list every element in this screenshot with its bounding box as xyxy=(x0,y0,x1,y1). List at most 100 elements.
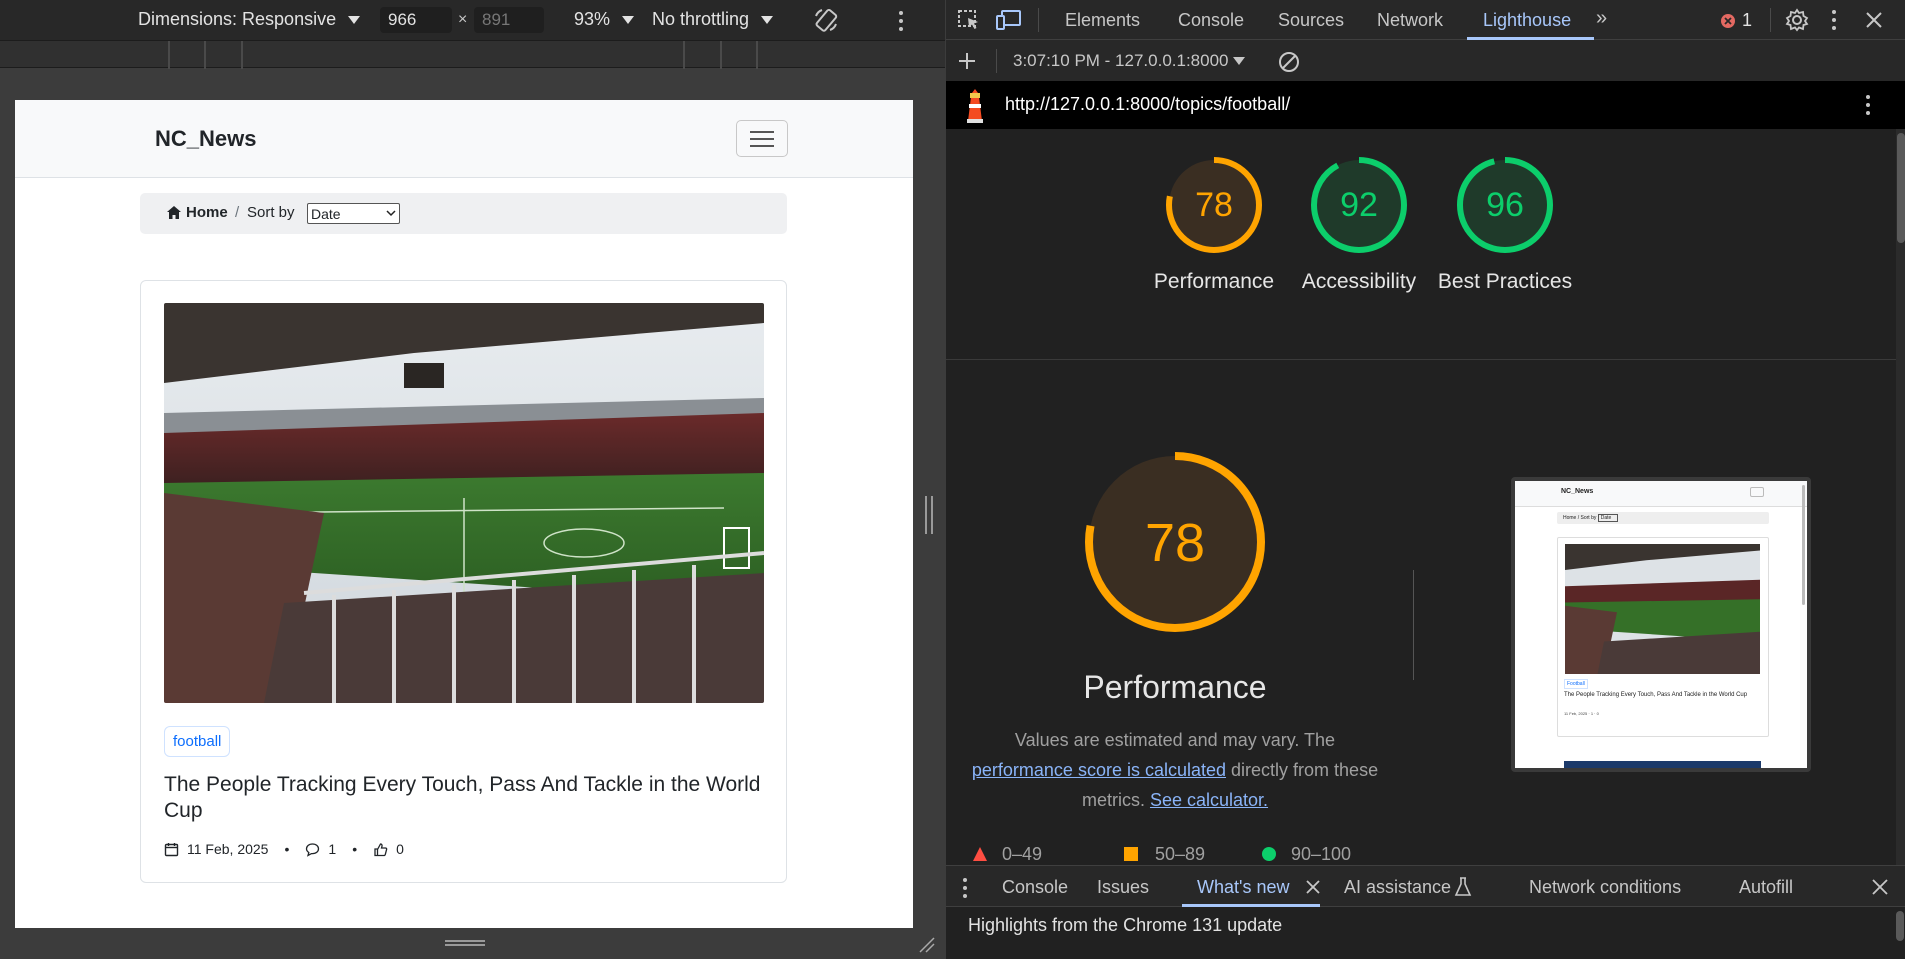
final-screenshot-thumbnail[interactable]: NC_News Home / Sort by Date Football The… xyxy=(1511,477,1811,772)
score-gauge-performance[interactable]: 78 xyxy=(1164,155,1264,255)
breadcrumb-separator: / xyxy=(235,204,240,221)
thumb-brand: NC_News xyxy=(1561,488,1594,495)
chevron-down-icon xyxy=(348,15,361,24)
fail-triangle-icon xyxy=(973,847,987,861)
dimensions-label: Dimensions: Responsive xyxy=(138,9,337,29)
vote-count: 0 xyxy=(396,841,404,857)
drawer-tab-ai-assistance[interactable]: AI assistance xyxy=(1344,877,1451,898)
desc-text-3: metrics. xyxy=(1081,790,1145,810)
error-count[interactable]: 1 xyxy=(1742,10,1752,31)
devtools-panel: Elements Console Sources Network Lightho… xyxy=(945,0,1905,959)
drawer-tab-issues[interactable]: Issues xyxy=(1097,877,1149,898)
thumb-sort: Sort by xyxy=(1580,515,1597,521)
inspect-element-icon[interactable] xyxy=(957,9,981,31)
thumb-topic: Football xyxy=(1564,679,1588,689)
comment-count: 1 xyxy=(328,841,337,857)
pass-circle-icon xyxy=(1262,847,1276,861)
article-card[interactable]: football The People Tracking Every Touch… xyxy=(140,280,787,883)
gauge-label: Accessibility xyxy=(1301,270,1417,293)
more-vert-icon[interactable] xyxy=(961,877,969,899)
width-input[interactable]: 966 xyxy=(380,7,452,33)
close-icon[interactable] xyxy=(1865,11,1883,29)
article-meta: 11 Feb, 2025 • 1 • 0 xyxy=(164,841,404,857)
clear-block-icon[interactable] xyxy=(1278,51,1300,73)
lighthouse-logo-icon xyxy=(967,89,983,123)
report-url-bar: http://127.0.0.1:8000/topics/football/ xyxy=(946,81,1905,129)
performance-heading: Performance xyxy=(1083,669,1267,705)
performance-description: Values are estimated and may vary. The p… xyxy=(966,725,1384,815)
drawer-scrollbar[interactable] xyxy=(1896,911,1904,941)
dimensions-dropdown[interactable]: Dimensions: Responsive xyxy=(138,9,361,30)
divider xyxy=(1413,570,1414,680)
chevron-down-icon xyxy=(1232,57,1245,65)
tab-console[interactable]: Console xyxy=(1178,10,1244,31)
breadcrumb-home-label: Home xyxy=(186,204,228,221)
legend-fail-label: 0–49 xyxy=(1002,844,1043,864)
height-input[interactable]: 891 xyxy=(474,7,544,33)
close-drawer-icon[interactable] xyxy=(1872,879,1888,895)
article-image[interactable] xyxy=(164,303,764,703)
emulated-viewport: NC_News Home / Sort by Date football The… xyxy=(15,100,913,928)
tab-sources[interactable]: Sources xyxy=(1278,10,1344,31)
report-url[interactable]: http://127.0.0.1:8000/topics/football/ xyxy=(1005,94,1290,115)
more-vert-icon[interactable] xyxy=(1830,9,1838,31)
zoom-dropdown[interactable]: 93% xyxy=(574,9,635,30)
device-toolbar-icon[interactable] xyxy=(996,9,1022,31)
drawer-tabbar: Console Issues What's new AI assistance … xyxy=(946,865,1905,907)
more-vert-icon[interactable] xyxy=(897,10,905,32)
score-calculated-link[interactable]: performance score is calculated xyxy=(972,760,1226,780)
drawer-tab-console[interactable]: Console xyxy=(1002,877,1068,898)
comment-icon xyxy=(306,842,320,857)
width-resize-handle[interactable] xyxy=(925,496,933,534)
devtools-tabbar: Elements Console Sources Network Lightho… xyxy=(946,0,1905,40)
drawer-tab-network-conditions[interactable]: Network conditions xyxy=(1529,877,1681,898)
rotate-icon[interactable] xyxy=(812,6,840,34)
see-calculator-link[interactable]: See calculator. xyxy=(1150,790,1268,810)
whats-new-panel: Highlights from the Chrome 131 update xyxy=(946,907,1905,959)
lighthouse-toolbar: 3:07:10 PM - 127.0.0.1:8000 xyxy=(946,41,1905,81)
device-toolbar: Dimensions: Responsive 966 × 891 93% No … xyxy=(0,0,945,40)
navbar-toggler-button[interactable] xyxy=(736,120,788,157)
media-query-ruler[interactable] xyxy=(0,40,945,69)
chevron-down-icon xyxy=(386,210,396,217)
lighthouse-report: 78 Performance 92 Accessibility 96 Best Pract… xyxy=(946,129,1896,865)
report-selector[interactable]: 3:07:10 PM - 127.0.0.1:8000 xyxy=(1013,51,1245,71)
corner-resize-icon[interactable] xyxy=(918,936,936,954)
tab-lighthouse[interactable]: Lighthouse xyxy=(1483,10,1571,31)
report-scrollbar[interactable] xyxy=(1896,129,1905,865)
experiment-flask-icon xyxy=(1454,877,1472,896)
scrollbar-thumb[interactable] xyxy=(1897,133,1905,243)
score-gauge-best-practices[interactable]: 96 xyxy=(1455,155,1555,255)
new-report-plus-icon[interactable] xyxy=(958,52,976,70)
drawer-tab-whats-new[interactable]: What's new xyxy=(1197,877,1289,898)
throttling-label: No throttling xyxy=(652,9,750,29)
drawer-message: Highlights from the Chrome 131 update xyxy=(968,915,1283,935)
settings-gear-icon[interactable] xyxy=(1785,8,1809,32)
close-tab-icon[interactable] xyxy=(1306,880,1320,894)
more-tabs-icon[interactable]: » xyxy=(1596,7,1607,30)
divider xyxy=(946,359,1896,360)
height-resize-handle[interactable] xyxy=(445,940,485,946)
brand-link[interactable]: NC_News xyxy=(155,126,256,152)
article-title[interactable]: The People Tracking Every Touch, Pass An… xyxy=(164,772,764,824)
sort-select[interactable]: Date xyxy=(307,203,400,224)
performance-big-gauge: 78 xyxy=(1085,452,1265,632)
times-icon: × xyxy=(458,11,468,28)
tab-elements[interactable]: Elements xyxy=(1065,10,1140,31)
gauge-label: Best Practices xyxy=(1437,270,1573,293)
chevron-down-icon xyxy=(622,15,635,24)
error-icon[interactable] xyxy=(1720,13,1736,29)
more-vert-icon[interactable] xyxy=(1864,93,1872,117)
throttling-dropdown[interactable]: No throttling xyxy=(652,9,774,30)
stadium-image xyxy=(164,303,764,703)
breadcrumb: Home / Sort by Date xyxy=(140,193,787,234)
score-gauge-accessibility[interactable]: 92 xyxy=(1309,155,1409,255)
breadcrumb-home-link[interactable]: Home xyxy=(166,204,228,221)
thumbs-up-icon[interactable] xyxy=(373,842,388,857)
active-tab-indicator xyxy=(1467,37,1594,40)
zoom-label: 93% xyxy=(574,9,611,29)
topic-badge[interactable]: football xyxy=(164,726,231,757)
drawer-tab-autofill[interactable]: Autofill xyxy=(1739,877,1793,898)
navbar: NC_News xyxy=(15,100,913,178)
tab-network[interactable]: Network xyxy=(1377,10,1443,31)
